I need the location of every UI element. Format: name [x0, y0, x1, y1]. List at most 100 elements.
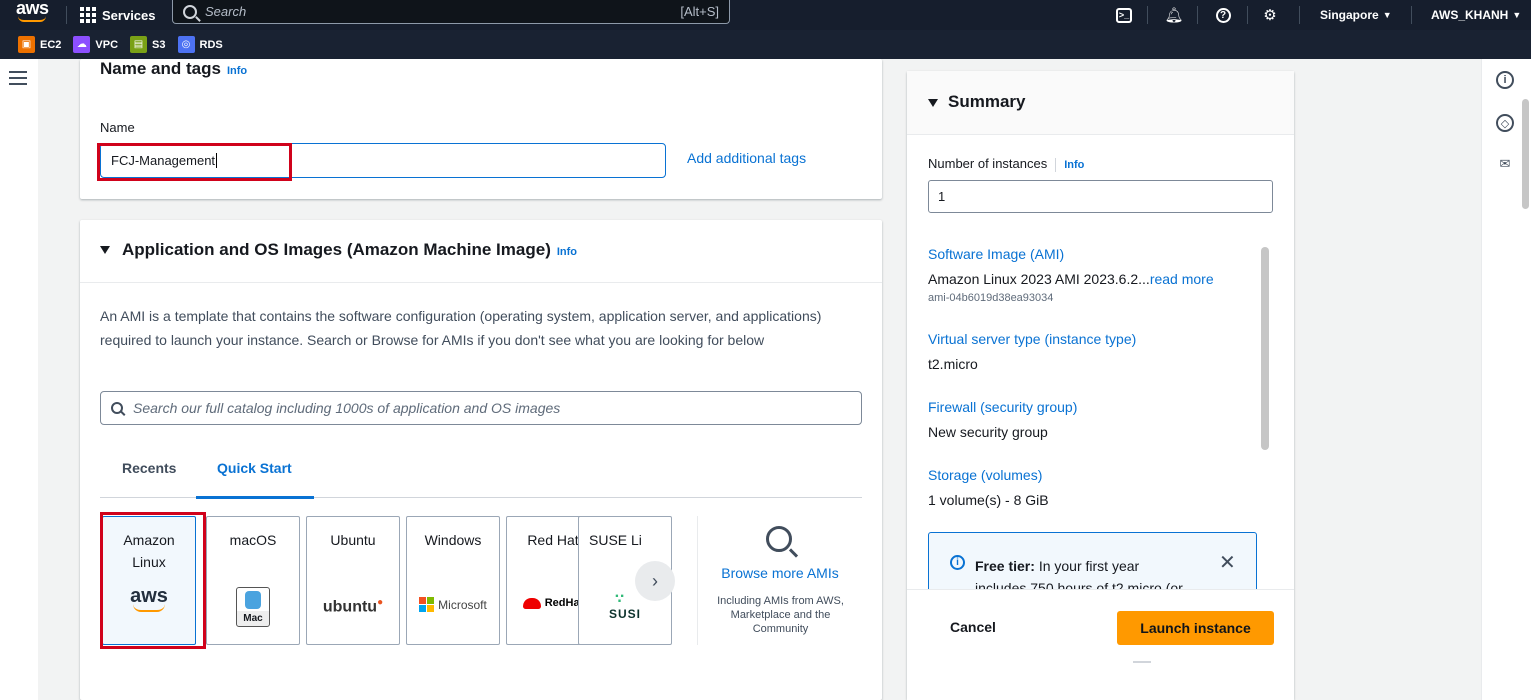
favorite-ec2[interactable]: ▣ EC2: [18, 36, 61, 53]
info-icon: i: [950, 555, 965, 570]
free-tier-text: Free tier: In your first year: [975, 558, 1139, 574]
active-tab-indicator: [196, 496, 314, 499]
number-of-instances-input[interactable]: 1: [928, 180, 1273, 213]
favorite-vpc[interactable]: ☁ VPC: [73, 36, 118, 53]
help-icon[interactable]: ?: [1212, 0, 1234, 30]
page-scrollbar[interactable]: [1522, 99, 1529, 209]
name-tags-info-link[interactable]: Info: [227, 65, 247, 77]
favorite-s3[interactable]: ▤ S3: [130, 36, 166, 53]
feedback-icon[interactable]: ✉: [1496, 155, 1514, 173]
resize-handle[interactable]: [1133, 661, 1151, 663]
os-tile-ubuntu[interactable]: Ubuntu ubuntu●: [306, 516, 400, 645]
suse-logo-text: SUSI: [609, 607, 642, 621]
info-panel-icon[interactable]: i: [1496, 71, 1514, 89]
ami-search-input[interactable]: Search our full catalog including 1000s …: [100, 391, 862, 425]
top-navigation: aws Services Search [Alt+S] >_ 🔔︎ ? ⚙ Si…: [0, 0, 1531, 30]
heading-text: Name and tags: [100, 59, 221, 78]
bell-icon[interactable]: 🔔︎: [1163, 0, 1185, 30]
microsoft-logo-icon: Microsoft: [407, 597, 499, 612]
global-search-input[interactable]: Search [Alt+S]: [172, 0, 730, 24]
amazon-q-icon[interactable]: ◇: [1496, 114, 1514, 132]
summary-scrollbar[interactable]: [1261, 247, 1269, 450]
ec2-icon: ▣: [18, 36, 35, 53]
services-menu[interactable]: Services: [80, 0, 156, 30]
instances-value: 1: [938, 189, 946, 204]
free-tier-body: In your first year: [1038, 558, 1140, 574]
account-menu[interactable]: AWS_KHANH ▼: [1431, 0, 1521, 30]
account-label: AWS_KHANH: [1431, 8, 1509, 22]
storage-value: 1 volume(s) - 8 GiB: [928, 492, 1049, 508]
free-tier-alert: i Free tier: In your first year includes…: [928, 532, 1257, 592]
software-image-link[interactable]: Software Image (AMI): [928, 246, 1064, 262]
software-image-value: Amazon Linux 2023 AMI 2023.6.2...read mo…: [928, 271, 1214, 287]
services-label: Services: [102, 7, 156, 23]
instance-type-link[interactable]: Virtual server type (instance type): [928, 331, 1136, 347]
name-and-tags-panel: Name and tags Info Name FCJ-Management Ad…: [80, 59, 882, 199]
instance-type-value: t2.micro: [928, 356, 978, 372]
heading-text: Application and OS Images (Amazon Machin…: [122, 240, 551, 259]
nav-divider: [1299, 6, 1300, 24]
cloudshell-icon[interactable]: >_: [1113, 0, 1135, 30]
summary-header[interactable]: Summary: [907, 71, 1294, 135]
vpc-icon: ☁: [73, 36, 91, 53]
mac-logo-text: Mac: [243, 613, 263, 624]
browse-more-amis-link[interactable]: Browse more AMIs: [698, 565, 862, 581]
free-tier-bold: Free tier:: [975, 558, 1035, 574]
hamburger-menu-icon[interactable]: [9, 71, 27, 85]
name-input[interactable]: FCJ-Management: [100, 143, 666, 178]
favorite-rds[interactable]: ◎ RDS: [177, 36, 223, 53]
caret-down-icon: [928, 99, 938, 107]
os-name: Ubuntu: [330, 532, 376, 548]
aws-logo-smile: [18, 16, 46, 22]
add-additional-tags-link[interactable]: Add additional tags: [687, 150, 806, 166]
launch-instance-button[interactable]: Launch instance: [1117, 611, 1274, 645]
tab-recents[interactable]: Recents: [122, 460, 176, 476]
close-icon[interactable]: ✕: [1219, 550, 1236, 575]
ubuntu-logo-icon: ubuntu●: [322, 597, 384, 616]
nav-divider: [1411, 6, 1412, 24]
os-tile-macos[interactable]: macOS Mac: [206, 516, 300, 645]
instances-info-link[interactable]: Info: [1064, 159, 1084, 171]
ubuntu-logo-text: ubuntu: [322, 598, 378, 616]
name-label: Name: [100, 120, 135, 135]
read-more-link[interactable]: read more: [1150, 271, 1214, 287]
search-icon: [766, 526, 792, 552]
chevron-right-icon[interactable]: ›: [635, 561, 675, 601]
instances-label: Number of instances: [928, 156, 1048, 171]
nav-divider: [1197, 6, 1198, 24]
favorite-label: EC2: [40, 38, 62, 51]
summary-footer: Cancel Launch instance: [907, 589, 1294, 700]
ami-heading: Application and OS Images (Amazon Machin…: [122, 240, 577, 260]
favorite-label: VPC: [95, 38, 119, 51]
os-tile-amazon-linux[interactable]: Amazon Linux aws: [102, 516, 196, 645]
instances-label-row: Number of instances Info: [928, 156, 1084, 172]
mac-logo-icon: Mac: [207, 587, 299, 627]
favorite-label: RDS: [199, 38, 223, 51]
os-tile-windows[interactable]: Windows Microsoft: [406, 516, 500, 645]
search-icon: [183, 4, 197, 19]
search-icon: [111, 402, 123, 414]
storage-link[interactable]: Storage (volumes): [928, 467, 1042, 483]
nav-divider: [1147, 6, 1148, 24]
ami-search-placeholder: Search our full catalog including 1000s …: [133, 400, 561, 416]
name-and-tags-heading: Name and tags Info: [100, 59, 247, 79]
cancel-button[interactable]: Cancel: [950, 619, 996, 635]
aws-logo-icon: aws: [103, 585, 195, 612]
ami-description: An AMI is a template that contains the s…: [100, 308, 822, 348]
caret-down-icon: ▼: [1512, 10, 1522, 20]
region-selector[interactable]: Singapore ▼: [1320, 0, 1392, 30]
ami-tabs: Recents Quick Start: [100, 450, 862, 499]
search-placeholder: Search: [205, 4, 247, 19]
browse-more-amis-description: Including AMIs from AWS, Marketplace and…: [717, 595, 844, 635]
browse-more-amis[interactable]: Browse more AMIs Including AMIs from AWS…: [697, 516, 862, 645]
favorites-bar: ▣ EC2 ☁ VPC ▤ S3 ◎ RDS: [0, 30, 1531, 59]
right-rail: i ◇ ✉: [1481, 59, 1531, 700]
grid-icon: [80, 7, 96, 23]
gear-icon[interactable]: ⚙: [1259, 0, 1281, 30]
firewall-link[interactable]: Firewall (security group): [928, 399, 1077, 415]
ami-header[interactable]: Application and OS Images (Amazon Machin…: [80, 220, 882, 283]
tab-quick-start[interactable]: Quick Start: [217, 460, 292, 476]
ami-info-link[interactable]: Info: [557, 246, 577, 258]
text-caret: [216, 153, 218, 168]
region-label: Singapore: [1320, 8, 1379, 22]
